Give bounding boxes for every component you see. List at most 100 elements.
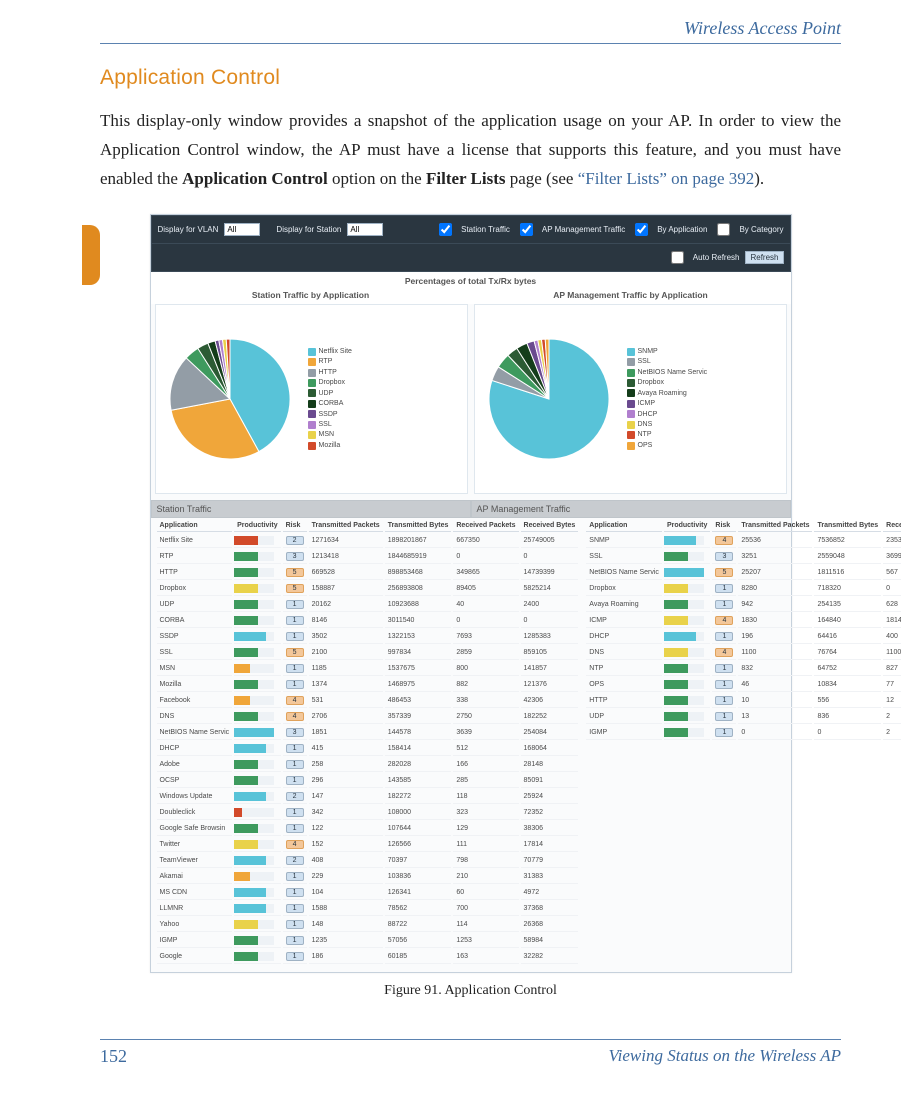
legend-item: RTP bbox=[308, 357, 352, 366]
table-row: NetBIOS Name Servic 3 1851 144578 3639 2… bbox=[157, 726, 579, 740]
refresh-button[interactable]: Refresh bbox=[745, 251, 783, 264]
by-app-label: By Application bbox=[657, 225, 707, 234]
table-row: OCSP 1 296 143585 285 85091 bbox=[157, 774, 579, 788]
station-traffic-checkbox[interactable] bbox=[439, 223, 452, 236]
table-row: Windows Update 2 147 182272 118 25924 bbox=[157, 790, 579, 804]
legend-item: NetBIOS Name Servic bbox=[627, 368, 708, 377]
legend-item: HTTP bbox=[308, 368, 352, 377]
figure-screenshot: Display for VLAN Display for Station Sta… bbox=[150, 214, 792, 973]
table-row: SNMP 4 25536 7536852 23534 8685955 bbox=[586, 534, 901, 548]
table-row: NTP 1 832 64752 827 62852 bbox=[586, 662, 901, 676]
legend-item: ICMP bbox=[627, 399, 708, 408]
header-rule bbox=[100, 43, 841, 44]
legend-item: SSL bbox=[627, 357, 708, 366]
vlan-label: Display for VLAN bbox=[158, 225, 219, 234]
table-row: OPS 1 46 10834 77 17803 bbox=[586, 678, 901, 692]
table-row: SSDP 1 3502 1322153 7693 1285383 bbox=[157, 630, 579, 644]
cross-ref-link[interactable]: “Filter Lists” on page 392 bbox=[578, 169, 755, 188]
text: ). bbox=[754, 169, 764, 188]
legend-item: Netflix Site bbox=[308, 347, 352, 356]
table-row: HTTP 5 669528 898853468 349865 14739399 bbox=[157, 566, 579, 580]
table-row: Google Safe Browsin 1 122 107644 129 383… bbox=[157, 822, 579, 836]
legend-item: DNS bbox=[627, 420, 708, 429]
by-category-label: By Category bbox=[739, 225, 783, 234]
legend-item: Avaya Roaming bbox=[627, 389, 708, 398]
table-row: DNS 4 1100 76764 1100 105664 bbox=[586, 646, 901, 660]
legend-item: SSL bbox=[308, 420, 352, 429]
emphasis: Filter Lists bbox=[426, 169, 505, 188]
table-row: Akamai 1 229 103836 210 31383 bbox=[157, 870, 579, 884]
legend-item: OPS bbox=[627, 441, 708, 450]
filter-toolbar: Display for VLAN Display for Station Sta… bbox=[151, 215, 791, 244]
table-row: SSL 5 2100 997834 2859 859105 bbox=[157, 646, 579, 660]
section-heading: Application Control bbox=[100, 66, 841, 90]
thumb-tab bbox=[82, 225, 100, 285]
by-category-checkbox[interactable] bbox=[717, 223, 730, 236]
table-row: Yahoo 1 148 88722 114 26368 bbox=[157, 918, 579, 932]
legend-item: SNMP bbox=[627, 347, 708, 356]
table-row: Dropbox 5 158887 256893808 89405 5825214 bbox=[157, 582, 579, 596]
legend-item: Dropbox bbox=[308, 378, 352, 387]
station-traffic-table: ApplicationProductivityRiskTransmitted P… bbox=[155, 518, 581, 966]
running-header: Wireless Access Point bbox=[100, 18, 841, 39]
table-row: CORBA 1 8146 3011540 0 0 bbox=[157, 614, 579, 628]
table-row: DHCP 1 415 158414 512 168064 bbox=[157, 742, 579, 756]
legend-item: NTP bbox=[627, 430, 708, 439]
ap-mgmt-checkbox[interactable] bbox=[520, 223, 533, 236]
emphasis: Application Control bbox=[182, 169, 328, 188]
table-row: UDP 1 20162 10923688 40 2400 bbox=[157, 598, 579, 612]
by-app-checkbox[interactable] bbox=[635, 223, 648, 236]
auto-refresh-label: Auto Refresh bbox=[693, 253, 740, 262]
footer-section-title: Viewing Status on the Wireless AP bbox=[609, 1046, 841, 1067]
mgmt-pie-chart: SNMPSSL NetBIOS Name ServicDropbox Avaya R… bbox=[474, 304, 787, 494]
legend-item: Dropbox bbox=[627, 378, 708, 387]
station-pie-chart: Netflix SiteRTP HTTPDropbox UDPCORBA SSDPSS… bbox=[155, 304, 468, 494]
text: option on the bbox=[328, 169, 426, 188]
table-row: MSN 1 1185 1537675 800 141857 bbox=[157, 662, 579, 676]
table-row: Mozilla 1 1374 1468975 882 121376 bbox=[157, 678, 579, 692]
table-row: Netflix Site 2 1271634 1898201867 667350… bbox=[157, 534, 579, 548]
ap-mgmt-label: AP Management Traffic bbox=[542, 225, 625, 234]
table-row: DHCP 1 196 64416 400 135246 bbox=[586, 630, 901, 644]
auto-refresh-checkbox[interactable] bbox=[671, 251, 684, 264]
table-row: Google 1 186 60185 163 32282 bbox=[157, 950, 579, 964]
legend-item: MSN bbox=[308, 430, 352, 439]
table-row: Doubleclick 1 342 108000 323 72352 bbox=[157, 806, 579, 820]
legend-item: Mozilla bbox=[308, 441, 352, 450]
charts-area: Netflix SiteRTPHTTPDropboxUDPCORBASSDPSS… bbox=[151, 304, 791, 500]
vlan-select[interactable] bbox=[224, 223, 260, 236]
page-number: 152 bbox=[100, 1046, 127, 1067]
legend-item: UDP bbox=[308, 389, 352, 398]
legend-item: CORBA bbox=[308, 399, 352, 408]
mgmt-traffic-table: ApplicationProductivityRiskTransmitted P… bbox=[584, 518, 901, 742]
table-row: IGMP 1 0 0 2 72 bbox=[586, 726, 901, 740]
table-row: RTP 3 1213418 1844685919 0 0 bbox=[157, 550, 579, 564]
legend-item: SSDP bbox=[308, 410, 352, 419]
table-row: UDP 1 13 836 2 178 bbox=[586, 710, 901, 724]
table-row: TeamViewer 2 408 70397 798 70779 bbox=[157, 854, 579, 868]
charts-master-title: Percentages of total Tx/Rx bytes bbox=[151, 272, 791, 286]
chart-title-left: Station Traffic by Application bbox=[151, 286, 471, 304]
mgmt-section-label: AP Management Traffic bbox=[471, 500, 791, 518]
table-row: Avaya Roaming 1 942 254135 628 178350 bbox=[586, 598, 901, 612]
table-row: Dropbox 1 8280 718320 0 0 bbox=[586, 582, 901, 596]
table-row: IGMP 1 1235 57056 1253 58984 bbox=[157, 934, 579, 948]
table-row: Facebook 4 531 486453 338 42306 bbox=[157, 694, 579, 708]
table-row: LLMNR 1 1588 78562 700 37368 bbox=[157, 902, 579, 916]
station-section-label: Station Traffic bbox=[151, 500, 471, 518]
station-select[interactable] bbox=[347, 223, 383, 236]
table-row: ICMP 4 1830 164840 1814 189836 bbox=[586, 614, 901, 628]
intro-paragraph: This display-only window provides a snap… bbox=[100, 107, 841, 194]
station-traffic-label: Station Traffic bbox=[461, 225, 510, 234]
footer-rule bbox=[100, 1039, 841, 1040]
chart-title-right: AP Management Traffic by Application bbox=[471, 286, 791, 304]
table-row: Twitter 4 152 126566 111 17814 bbox=[157, 838, 579, 852]
table-row: NetBIOS Name Servic 5 25207 1811516 567 … bbox=[586, 566, 901, 580]
legend-item: DHCP bbox=[627, 410, 708, 419]
station-label: Display for Station bbox=[276, 225, 341, 234]
table-row: MS CDN 1 104 126341 60 4972 bbox=[157, 886, 579, 900]
text: page (see bbox=[505, 169, 577, 188]
table-row: DNS 4 2706 357339 2750 182252 bbox=[157, 710, 579, 724]
table-row: SSL 3 3251 2559048 3699 343690 bbox=[586, 550, 901, 564]
table-row: Adobe 1 258 282028 166 28148 bbox=[157, 758, 579, 772]
